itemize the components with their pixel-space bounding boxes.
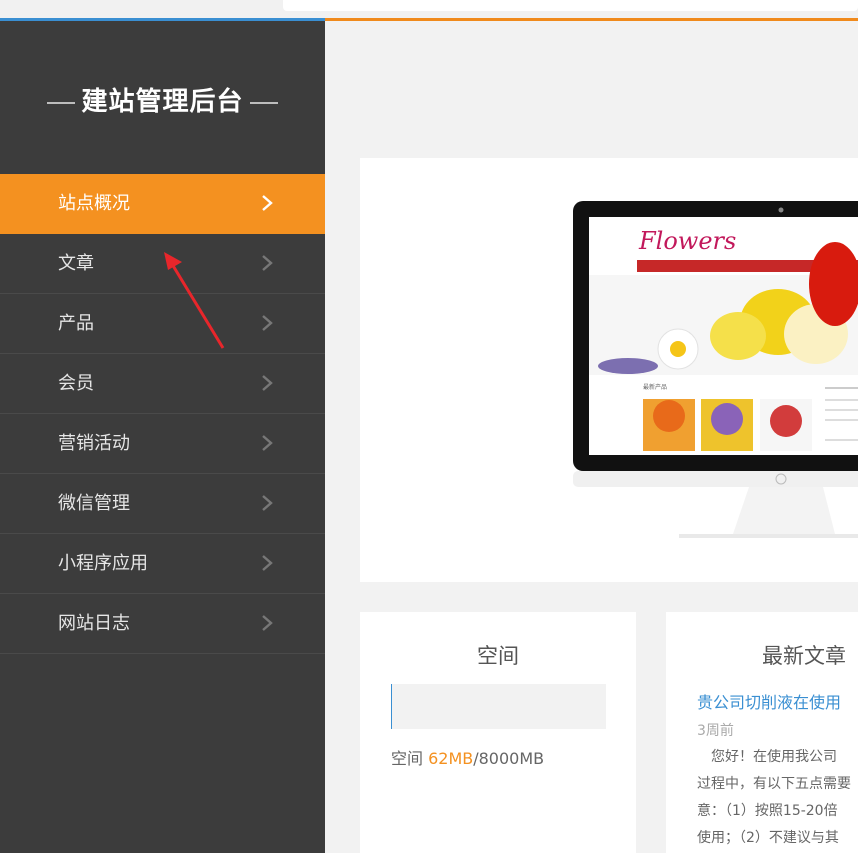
chevron-right-icon — [262, 255, 273, 271]
sidebar-item-label: 产品 — [58, 313, 94, 334]
space-total-value: /8000MB — [473, 749, 545, 768]
sidebar-item-label: 微信管理 — [58, 493, 130, 514]
chevron-right-icon — [262, 615, 273, 631]
annotation-arrow-icon — [164, 252, 225, 349]
chevron-right-icon — [262, 435, 273, 451]
address-bar-fragment — [283, 0, 858, 11]
sidebar-item-miniprogram[interactable]: 小程序应用 — [0, 534, 325, 594]
sidebar-item-members[interactable]: 会员 — [0, 354, 325, 414]
sidebar-item-label: 网站日志 — [58, 613, 130, 634]
sidebar-title: 建站管理后台 — [0, 81, 325, 118]
sidebar-item-overview[interactable]: 站点概况 — [0, 174, 325, 234]
space-used-value: 62MB — [428, 749, 474, 768]
space-usage-bar — [391, 684, 606, 729]
space-card: 空间 空间 62MB/8000MB — [360, 612, 636, 853]
sidebar-item-marketing[interactable]: 营销活动 — [0, 414, 325, 474]
top-accent-bar-orange — [325, 18, 858, 21]
excerpt-line: 过程中，有以下五点需要 — [697, 776, 851, 792]
sidebar-item-label: 文章 — [58, 253, 94, 274]
latest-articles-card: 最新文章 贵公司切削液在使用 3周前 您好！在使用我公司 过程中，有以下五点需要… — [666, 612, 858, 853]
excerpt-line: 使用；（2）不建议与其 — [697, 830, 839, 846]
chevron-right-icon — [262, 315, 273, 331]
browser-top-strip — [0, 0, 858, 18]
excerpt-line: 您好！在使用我公司 — [697, 749, 837, 765]
sidebar-item-label: 站点概况 — [58, 193, 130, 214]
latest-articles-title: 最新文章 — [762, 644, 846, 668]
sidebar-title-text: 建站管理后台 — [81, 87, 244, 117]
article-excerpt: 您好！在使用我公司 过程中，有以下五点需要 意：（1）按照15-20倍 使用；（… — [697, 744, 858, 852]
chevron-right-icon — [262, 495, 273, 511]
article-link[interactable]: 贵公司切削液在使用 — [697, 689, 841, 713]
site-preview-monitor: Flowers 最新产品 — [573, 201, 858, 538]
preview-section-label: 最新产品 — [643, 383, 667, 391]
sidebar-item-label: 会员 — [58, 373, 94, 394]
sidebar-item-label: 营销活动 — [58, 433, 130, 454]
chevron-right-icon — [262, 555, 273, 571]
space-card-title: 空间 — [477, 644, 519, 668]
chevron-right-icon — [262, 195, 273, 211]
excerpt-line: 意：（1）按照15-20倍 — [697, 803, 838, 819]
preview-logo-text: Flowers — [638, 227, 736, 255]
chevron-right-icon — [262, 375, 273, 391]
sidebar-menu: 站点概况 文章 产品 会员 营销活动 微信管理 小程序应用 网站日志 — [0, 174, 325, 654]
title-dash-left — [47, 101, 76, 104]
space-usage-text: 空间 62MB/8000MB — [391, 745, 544, 769]
sidebar: 建站管理后台 站点概况 文章 产品 会员 营销活动 微信管理 小程序应用 网站日… — [0, 21, 325, 853]
article-time: 3周前 — [697, 723, 734, 739]
sidebar-item-logs[interactable]: 网站日志 — [0, 594, 325, 654]
title-dash-right — [249, 101, 278, 104]
space-label: 空间 — [391, 749, 429, 768]
sidebar-item-wechat[interactable]: 微信管理 — [0, 474, 325, 534]
sidebar-item-label: 小程序应用 — [58, 553, 148, 574]
